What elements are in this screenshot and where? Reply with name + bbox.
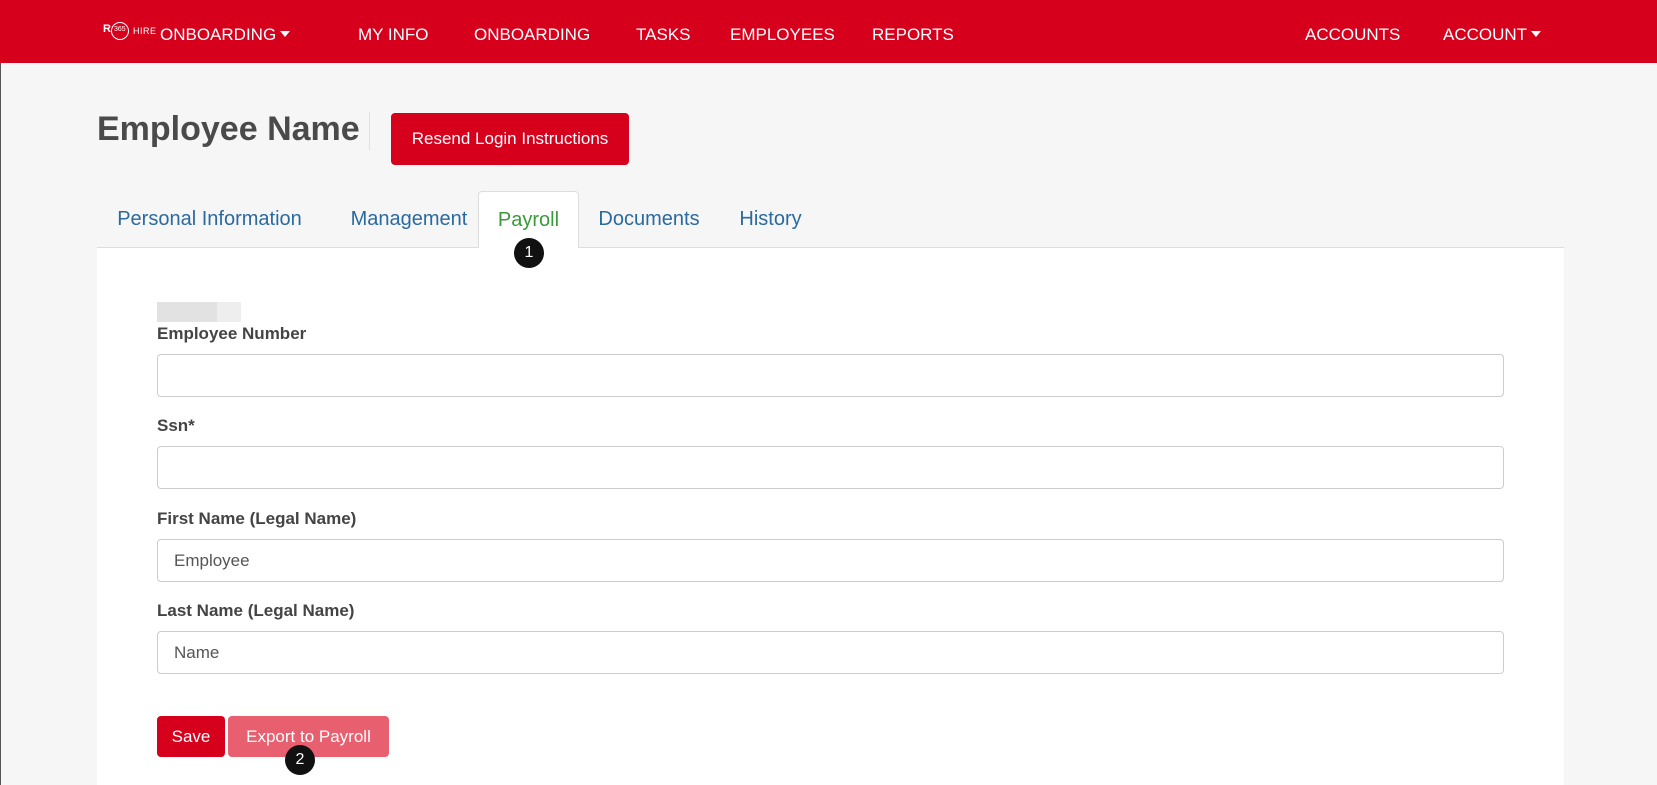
employee-number-label: Employee Number (157, 324, 307, 343)
window-edge (0, 0, 1, 785)
nav-onboarding-dropdown[interactable]: ONBOARDING (160, 24, 291, 46)
first-name-label: First Name (Legal Name) (157, 509, 357, 528)
tab-history[interactable]: History (719, 191, 822, 248)
tab-management[interactable]: Management (322, 191, 496, 248)
caret-down-icon (280, 30, 291, 37)
tab-documents[interactable]: Documents (579, 191, 719, 248)
employee-tabs: Personal Information Management Payroll … (97, 191, 1564, 249)
top-navbar: R 365 HIRE ONBOARDING MY INFO ONBOARDING… (0, 0, 1657, 63)
employee-number-input[interactable] (157, 354, 1504, 397)
tab-personal-information[interactable]: Personal Information (97, 191, 322, 248)
nav-onboarding[interactable]: ONBOARDING (474, 24, 590, 46)
page-title: Employee Name (97, 110, 360, 148)
nav-accounts[interactable]: ACCOUNTS (1305, 24, 1400, 46)
ssn-label: Ssn* (157, 416, 195, 435)
nav-onboarding-dropdown-label: ONBOARDING (160, 25, 277, 44)
logo-text: HIRE (133, 26, 157, 36)
nav-account-dropdown-label: ACCOUNT (1443, 25, 1528, 44)
step-marker-1: 1 (514, 238, 544, 268)
last-name-label: Last Name (Legal Name) (157, 601, 355, 620)
resend-login-instructions-button[interactable]: Resend Login Instructions (391, 113, 629, 165)
nav-account-dropdown[interactable]: ACCOUNT (1443, 24, 1542, 46)
save-button[interactable]: Save (157, 716, 225, 757)
nav-my-info[interactable]: MY INFO (358, 24, 429, 46)
step-marker-2: 2 (285, 745, 315, 775)
r365-hire-logo[interactable]: R 365 HIRE (103, 20, 157, 42)
title-divider (369, 112, 370, 150)
r365-logo-icon: R 365 (103, 20, 131, 42)
ssn-input[interactable] (157, 446, 1504, 489)
first-name-input[interactable] (157, 539, 1504, 582)
nav-tasks[interactable]: TASKS (636, 24, 690, 46)
nav-employees[interactable]: EMPLOYEES (730, 24, 835, 46)
loading-placeholder (157, 302, 241, 322)
last-name-input[interactable] (157, 631, 1504, 674)
caret-down-icon (1531, 30, 1542, 37)
nav-reports[interactable]: REPORTS (872, 24, 954, 46)
